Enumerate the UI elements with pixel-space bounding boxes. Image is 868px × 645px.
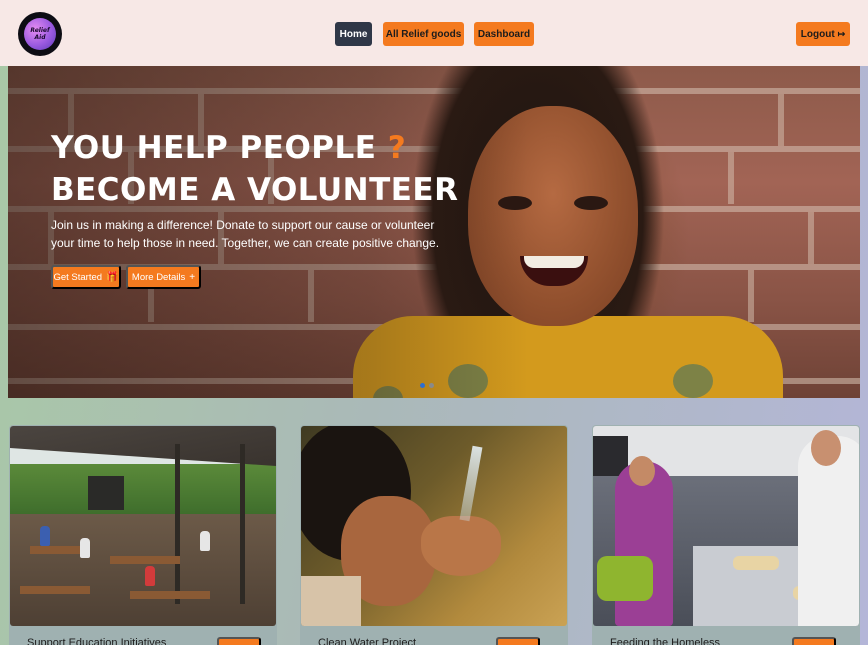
eye [574,196,608,210]
logo-emblem: Relief Aid [24,18,56,50]
photo-food-tray [733,556,779,570]
site-logo[interactable]: Relief Aid [18,12,62,56]
cause-card-water: Clean Water Project [300,425,568,645]
hero-title-text: YOU HELP PEOPLE [51,130,377,166]
brick-mortar [748,270,754,322]
card-details-button[interactable] [496,637,540,645]
get-started-label: Get Started [53,271,103,283]
plus-icon: + [189,271,196,283]
carousel-indicators [420,383,434,388]
food-line-photo [593,426,859,626]
carousel-dot-active[interactable] [420,383,425,388]
get-started-button[interactable]: Get Started 🎁 [51,265,121,289]
hero-title-question-mark: ? [387,130,407,166]
photo-desk [130,591,210,599]
logout-label: Logout [800,28,835,40]
drinking-water-photo [301,426,567,626]
photo-woman-head [629,456,655,486]
shirt-pattern-dot [673,364,713,398]
carousel-dot[interactable] [429,383,434,388]
photo-cupped-hands [421,516,501,576]
photo-volunteer-head [811,430,841,466]
photo-desk [110,556,180,564]
more-details-label: More Details [131,271,186,283]
hero-banner: YOU HELP PEOPLE ? BECOME A VOLUNTEER Joi… [8,66,860,398]
brick-mortar [778,94,784,146]
classroom-photo [10,426,276,626]
card-title: Feeding the Homeless [610,637,721,645]
more-details-button[interactable]: More Details + [126,265,201,289]
gift-icon: 🎁 [106,271,119,283]
photo-desk [20,586,90,594]
card-details-button[interactable] [217,637,261,645]
card-title: Support Education Initiatives [27,637,167,645]
cause-card-education: Support Education Initiatives [9,425,277,645]
hero-description: Join us in making a difference! Donate t… [51,218,440,250]
photo-blackboard [88,476,124,510]
photo-child [145,566,155,586]
navbar: Relief Aid Home All Relief goods Dashboa… [0,0,868,66]
photo-trees [10,464,276,514]
nav-relief-goods-button[interactable]: All Relief goods [383,22,464,46]
brick-mortar [728,152,734,204]
photo-child [40,526,50,546]
cause-card-food: Feeding the Homeless [592,425,860,645]
nav-home-button[interactable]: Home [335,22,372,46]
nav-dashboard-button[interactable]: Dashboard [474,22,534,46]
photo-cloth [301,576,361,626]
logout-icon: ↦ [837,28,846,39]
card-details-button[interactable] [792,637,836,645]
brick-mortar [808,212,814,264]
photo-child [200,531,210,551]
teeth [524,256,584,268]
hero-title-line-1: YOU HELP PEOPLE ? [51,130,511,166]
photo-pole [175,444,180,604]
photo-pole [240,444,245,604]
logout-button[interactable]: Logout ↦ [796,22,850,46]
card-title: Clean Water Project [318,637,417,645]
photo-green-bag [597,556,653,601]
photo-child [80,538,90,558]
hero-title-line-2: BECOME A VOLUNTEER [51,172,459,208]
logo-text: Relief Aid [30,27,50,41]
smile [520,256,588,286]
